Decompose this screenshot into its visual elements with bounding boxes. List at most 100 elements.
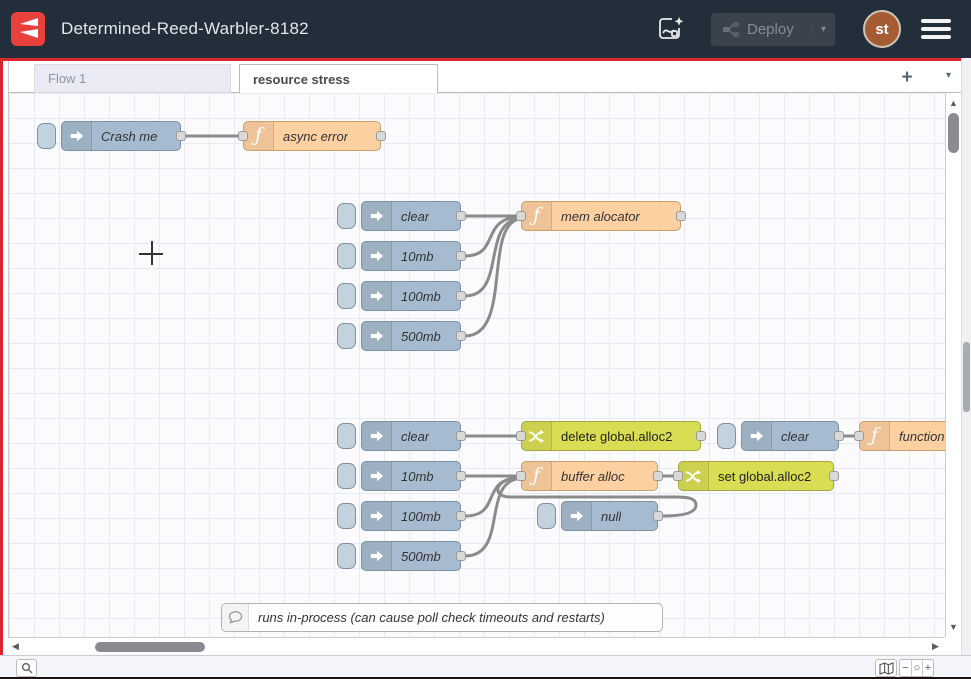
inject-trigger-button[interactable] <box>337 423 356 449</box>
inject-icon <box>362 202 392 230</box>
node-label: async error <box>283 129 348 144</box>
search-button[interactable] <box>16 659 37 677</box>
inject-trigger-button[interactable] <box>337 323 356 349</box>
node-label: set global.alloc2 <box>718 469 811 484</box>
vertical-scrollbar[interactable]: ▲ ▼ <box>945 93 961 637</box>
output-port[interactable] <box>456 511 466 521</box>
output-port[interactable] <box>456 471 466 481</box>
scroll-right-icon[interactable]: ▶ <box>932 641 939 652</box>
flow-assistant-icon[interactable] <box>653 12 687 46</box>
output-port[interactable] <box>456 291 466 301</box>
node-label: mem alocator <box>561 209 640 224</box>
main-menu-icon[interactable] <box>921 19 951 39</box>
node-label: clear <box>781 429 809 444</box>
left-accent-border <box>0 61 3 679</box>
inject-trigger-button[interactable] <box>37 123 56 149</box>
node-label: 10mb <box>401 249 434 264</box>
user-avatar[interactable]: st <box>863 10 901 48</box>
deploy-dropdown-caret[interactable]: ▾ <box>811 24 826 35</box>
node-label: 500mb <box>401 549 441 564</box>
map-icon <box>879 662 894 675</box>
input-port[interactable] <box>516 471 526 481</box>
node-change-set-global-alloc2[interactable]: set global.alloc2 <box>678 461 834 491</box>
output-port[interactable] <box>176 131 186 141</box>
node-red-editor: Determined-Reed-Warbler-8182 Deploy ▾ st <box>0 0 971 679</box>
output-port[interactable] <box>456 251 466 261</box>
browser-scrollbar[interactable] <box>961 58 971 679</box>
node-inject-500mb[interactable]: 500mb <box>361 321 461 351</box>
inject-trigger-button[interactable] <box>537 503 556 529</box>
node-change-delete-global-alloc2[interactable]: delete global.alloc2 <box>521 421 701 451</box>
node-inject-clear[interactable]: clear <box>361 421 461 451</box>
input-port[interactable] <box>238 131 248 141</box>
node-inject-crash-me[interactable]: Crash me <box>61 121 181 151</box>
output-port[interactable] <box>456 431 466 441</box>
deploy-label: Deploy <box>747 21 794 38</box>
flowfuse-logo-icon[interactable] <box>11 12 45 46</box>
inject-trigger-button[interactable] <box>337 283 356 309</box>
inject-trigger-button[interactable] <box>337 463 356 489</box>
inject-trigger-button[interactable] <box>337 543 356 569</box>
node-inject-10mb[interactable]: 10mb <box>361 461 461 491</box>
zoom-reset-button[interactable]: ○ <box>911 660 922 676</box>
node-inject-500mb[interactable]: 500mb <box>361 541 461 571</box>
inject-trigger-button[interactable] <box>337 503 356 529</box>
wire-3[interactable] <box>465 219 516 296</box>
inject-icon <box>362 542 392 570</box>
horizontal-scroll-thumb[interactable] <box>95 642 205 652</box>
output-port[interactable] <box>834 431 844 441</box>
node-inject-10mb[interactable]: 10mb <box>361 241 461 271</box>
vertical-scroll-thumb[interactable] <box>948 113 959 153</box>
tab-resource-stress[interactable]: resource stress <box>239 64 438 94</box>
node-comment-runs-in-process-can-cause-poll-check-tim[interactable]: runs in-process (can cause poll check ti… <box>221 603 663 632</box>
tab-list-menu-button[interactable]: ▾ <box>946 70 951 81</box>
node-inject-100mb[interactable]: 100mb <box>361 281 461 311</box>
scroll-up-icon[interactable]: ▲ <box>949 98 958 108</box>
output-port[interactable] <box>456 331 466 341</box>
flow-canvas[interactable]: Crash meƒasync errorclear10mb100mb500mbƒ… <box>8 93 945 637</box>
tab-flow-1[interactable]: Flow 1 <box>34 64 231 93</box>
navigator-button[interactable] <box>875 659 897 677</box>
zoom-out-button[interactable]: − <box>900 660 911 676</box>
input-port[interactable] <box>516 211 526 221</box>
inject-trigger-button[interactable] <box>337 203 356 229</box>
node-inject-clear[interactable]: clear <box>361 201 461 231</box>
node-label: 500mb <box>401 329 441 344</box>
horizontal-scrollbar[interactable]: ◀ ▶ <box>8 637 945 655</box>
inject-trigger-button[interactable] <box>717 423 736 449</box>
output-port[interactable] <box>676 211 686 221</box>
node-function-buffer-alloc[interactable]: ƒbuffer alloc <box>521 461 658 491</box>
inject-icon <box>362 282 392 310</box>
node-label: clear <box>401 429 429 444</box>
node-function-mem-alocator[interactable]: ƒmem alocator <box>521 201 681 231</box>
output-port[interactable] <box>456 551 466 561</box>
node-function-function[interactable]: ƒfunction <box>859 421 945 451</box>
input-port[interactable] <box>854 431 864 441</box>
node-inject-clear[interactable]: clear <box>741 421 839 451</box>
scroll-down-icon[interactable]: ▼ <box>949 622 958 632</box>
inject-trigger-button[interactable] <box>337 243 356 269</box>
input-port[interactable] <box>516 431 526 441</box>
node-label: null <box>601 509 621 524</box>
node-inject-100mb[interactable]: 100mb <box>361 501 461 531</box>
zoom-in-button[interactable]: + <box>922 660 933 676</box>
inject-icon <box>562 502 592 530</box>
scroll-left-icon[interactable]: ◀ <box>12 641 19 652</box>
wire-8[interactable] <box>465 479 516 556</box>
output-port[interactable] <box>829 471 839 481</box>
node-inject-null[interactable]: null <box>561 501 658 531</box>
output-port[interactable] <box>376 131 386 141</box>
browser-scroll-thumb[interactable] <box>963 342 970 412</box>
node-label: Crash me <box>101 129 157 144</box>
deploy-button[interactable]: Deploy ▾ <box>711 13 835 46</box>
output-port[interactable] <box>456 211 466 221</box>
output-port[interactable] <box>696 431 706 441</box>
output-port[interactable] <box>653 471 663 481</box>
inject-icon <box>62 122 92 150</box>
output-port[interactable] <box>653 511 663 521</box>
input-port[interactable] <box>673 471 683 481</box>
node-label: 100mb <box>401 289 441 304</box>
node-function-async-error[interactable]: ƒasync error <box>243 121 381 151</box>
add-flow-button[interactable]: + <box>895 66 919 90</box>
function-icon: ƒ <box>522 462 552 490</box>
